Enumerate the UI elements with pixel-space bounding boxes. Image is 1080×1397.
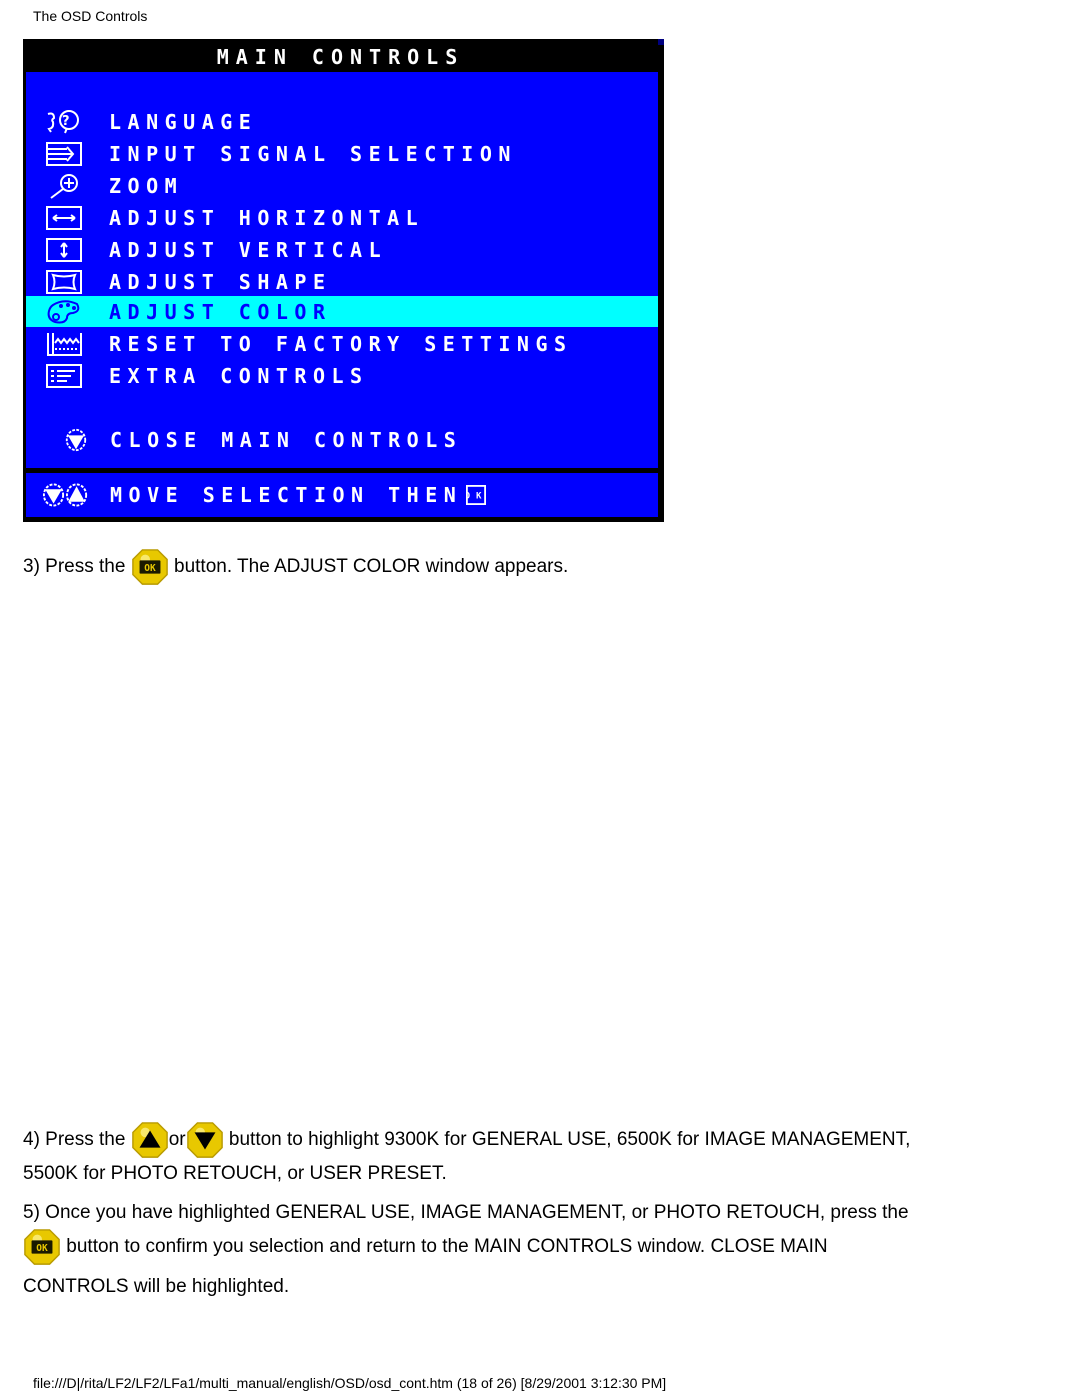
input-signal-icon [44, 141, 84, 167]
osd-title: MAIN CONTROLS [216, 45, 465, 69]
step-4: 4) Press the or button to highlight 9300… [23, 1121, 1053, 1189]
step-5: 5) Once you have highlighted GENERAL USE… [23, 1198, 1053, 1302]
step-3-suffix: button. The ADJUST COLOR window appears. [174, 556, 569, 578]
page-footer-url: file:///D|/rita/LF2/LF2/LFa1/multi_manua… [33, 1375, 667, 1391]
extra-controls-icon [44, 363, 84, 389]
factory-reset-icon [44, 331, 84, 357]
osd-item-label: ZOOM [109, 173, 184, 198]
up-button-icon[interactable] [131, 1121, 169, 1159]
step-4-line2: 5500K for PHOTO RETOUCH, or USER PRESET. [23, 1163, 447, 1184]
osd-item-label: ADJUST VERTICAL [109, 237, 388, 262]
osd-item-label: ADJUST SHAPE [109, 269, 332, 294]
osd-item-label: RESET TO FACTORY SETTINGS [109, 331, 573, 356]
step-4-suffix: button to highlight 9300K for GENERAL US… [228, 1129, 911, 1151]
osd-item-label: CLOSE MAIN CONTROLS [110, 427, 463, 452]
ok-button-icon[interactable]: OK [23, 1228, 61, 1266]
step-5-line1: 5) Once you have highlighted GENERAL USE… [23, 1202, 909, 1223]
step-4-or: or [168, 1129, 186, 1151]
svg-text:OK: OK [144, 563, 156, 574]
shape-icon [44, 269, 84, 295]
osd-footer-label: MOVE SELECTION THEN [110, 483, 463, 507]
osd-item-adjust-shape[interactable]: ADJUST SHAPE [26, 266, 658, 297]
palette-icon [44, 299, 84, 325]
osd-corner-decoration [658, 39, 664, 45]
osd-item-zoom[interactable]: ZOOM [26, 170, 658, 201]
page-header-title: The OSD Controls [33, 8, 148, 24]
ok-button-icon[interactable]: OK [131, 548, 169, 586]
osd-item-label: EXTRA CONTROLS [109, 363, 369, 388]
zoom-icon [44, 173, 84, 199]
svg-text:OK: OK [466, 492, 486, 502]
down-up-buttons-icon [42, 482, 90, 508]
osd-item-label: LANGUAGE [109, 109, 258, 134]
osd-item-label: ADJUST COLOR [109, 299, 332, 324]
osd-item-reset-to-factory-settings[interactable]: RESET TO FACTORY SETTINGS [26, 328, 658, 359]
down-button-icon [60, 427, 92, 453]
vertical-arrows-icon [44, 237, 84, 263]
step-5-line3: CONTROLS will be highlighted. [23, 1276, 290, 1297]
horizontal-arrows-icon [44, 205, 84, 231]
osd-item-label: INPUT SIGNAL SELECTION [109, 141, 517, 166]
osd-item-adjust-horizontal[interactable]: ADJUST HORIZONTAL [26, 202, 658, 233]
osd-footer: MOVE SELECTION THEN OK [26, 473, 658, 517]
osd-item-adjust-vertical[interactable]: ADJUST VERTICAL [26, 234, 658, 265]
step-3-prefix: 3) Press the [23, 556, 126, 578]
osd-item-adjust-color[interactable]: ADJUST COLOR [26, 296, 658, 327]
osd-main-controls-panel: MAIN CONTROLS ? LANGUAGE INPUT SIGNAL SE… [23, 39, 664, 522]
osd-item-extra-controls[interactable]: EXTRA CONTROLS [26, 360, 658, 391]
osd-item-input-signal-selection[interactable]: INPUT SIGNAL SELECTION [26, 138, 658, 169]
step-3: 3) Press the OK button. The ADJUST COLOR… [23, 548, 1053, 586]
osd-item-language[interactable]: ? LANGUAGE [26, 106, 658, 137]
ok-icon: OK [466, 485, 487, 505]
osd-item-label: ADJUST HORIZONTAL [109, 205, 425, 230]
osd-item-close-main-controls[interactable]: CLOSE MAIN CONTROLS [26, 424, 658, 455]
svg-text:?: ? [62, 114, 76, 129]
language-icon: ? [44, 109, 84, 135]
svg-text:OK: OK [36, 1243, 48, 1254]
step-4-prefix: 4) Press the [23, 1129, 126, 1151]
osd-menu-body: ? LANGUAGE INPUT SIGNAL SELECTION ZOOM A… [26, 72, 658, 468]
step-5-line2: button to confirm you selection and retu… [66, 1236, 828, 1258]
down-button-icon[interactable] [186, 1121, 224, 1159]
